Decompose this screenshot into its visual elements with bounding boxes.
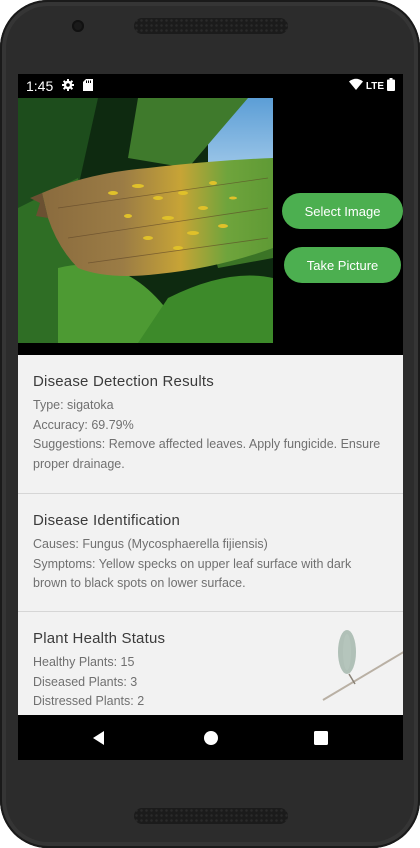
sd-card-icon	[83, 79, 93, 91]
identification-title: Disease Identification	[33, 512, 180, 529]
detection-card: Disease Detection Results Type: sigatoka…	[18, 355, 403, 494]
identification-causes: Causes: Fungus (Mycosphaerella fijiensis…	[33, 537, 268, 551]
screen: 1:45 LTE Select Image Take Picture Disea…	[18, 74, 403, 760]
wifi-icon	[348, 78, 363, 94]
bottom-speaker	[134, 808, 288, 824]
leaf-sprig-decoration	[322, 630, 403, 701]
battery-icon	[387, 77, 395, 95]
identification-symptoms: Symptoms: Yellow specks on upper leaf su…	[33, 556, 352, 591]
recents-icon[interactable]	[312, 729, 330, 747]
top-speaker	[134, 18, 288, 34]
image-panel: Select Image Take Picture	[18, 98, 403, 355]
detection-title: Disease Detection Results	[33, 373, 214, 390]
phone-frame: 1:45 LTE Select Image Take Picture Disea…	[0, 0, 420, 848]
navigation-bar	[18, 715, 403, 760]
detection-type: Type: sigatoka	[33, 398, 114, 412]
status-bar: 1:45 LTE	[18, 74, 403, 98]
back-icon[interactable]	[90, 729, 108, 747]
network-label: LTE	[365, 80, 384, 92]
home-icon[interactable]	[202, 729, 220, 747]
take-picture-button[interactable]: Take Picture	[284, 247, 401, 283]
identification-card: Disease Identification Causes: Fungus (M…	[18, 494, 403, 612]
detection-accuracy: Accuracy: 69.79%	[33, 417, 134, 432]
leaf-photo	[18, 98, 273, 343]
results-list: Disease Detection Results Type: sigatoka…	[18, 355, 403, 715]
gear-icon	[62, 79, 74, 91]
detection-suggestions: Suggestions: Remove affected leaves. App…	[33, 437, 381, 471]
select-image-button[interactable]: Select Image	[282, 193, 403, 229]
front-camera	[72, 20, 84, 32]
health-card: Plant Health Status Healthy Plants: 15 D…	[18, 612, 403, 715]
status-right: LTE	[348, 77, 395, 95]
status-time: 1:45	[26, 78, 54, 94]
